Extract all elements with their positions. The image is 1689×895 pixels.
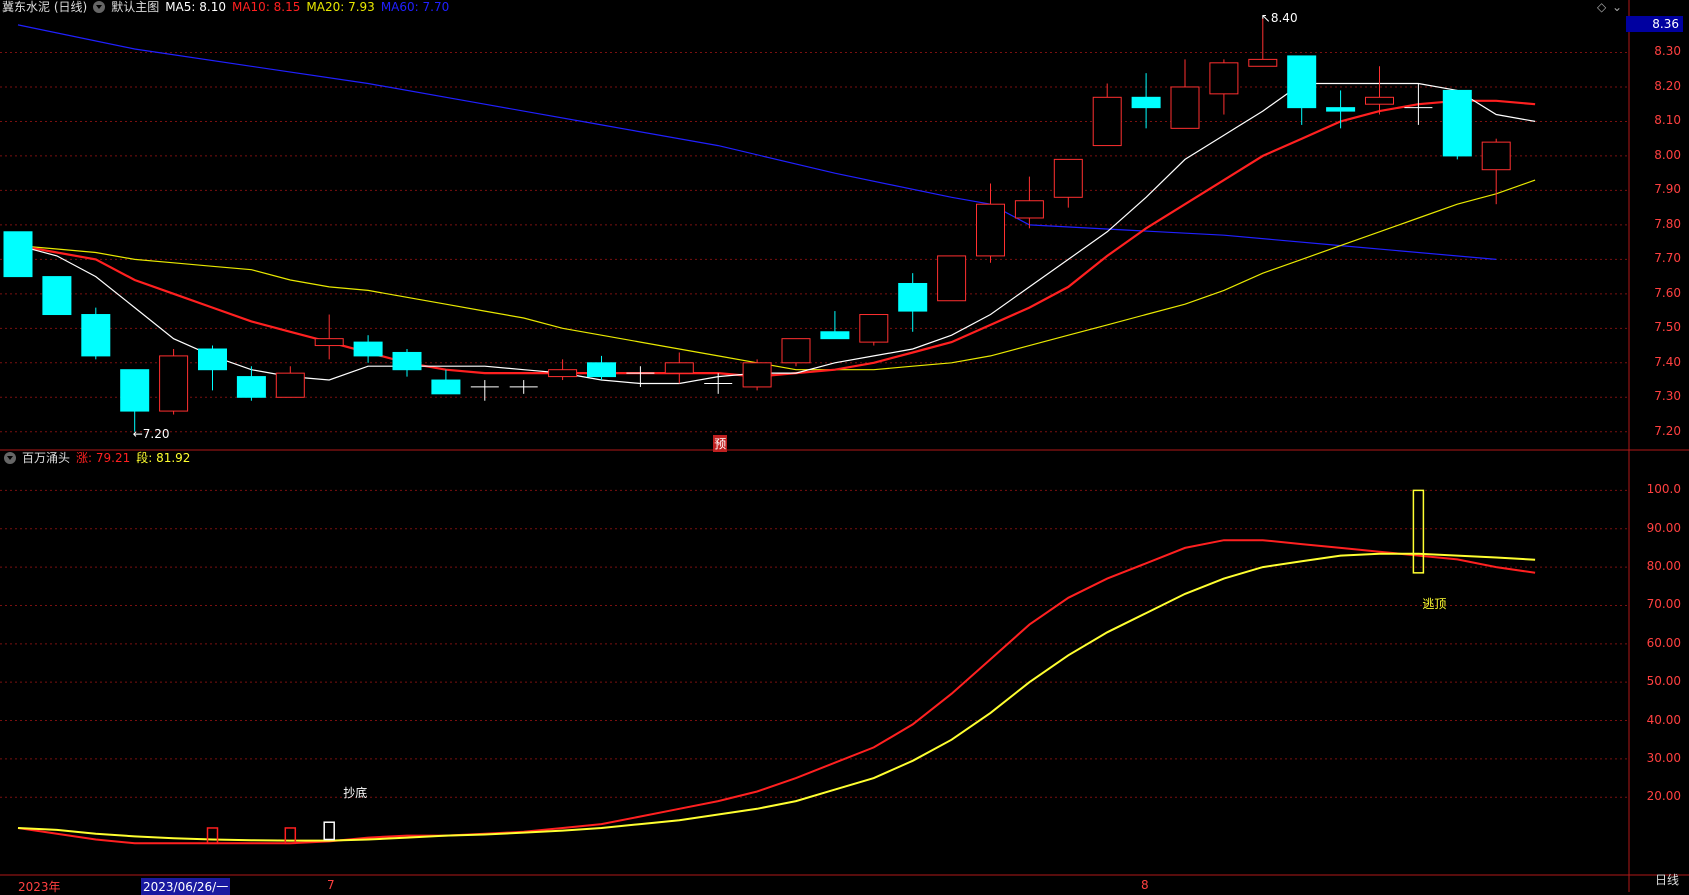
- candle-body: [3, 231, 33, 278]
- candle-body: [976, 203, 1005, 257]
- candle-body: [1442, 89, 1472, 157]
- ma20-line: [17, 179, 1536, 371]
- y-tick-label: 90.00: [1646, 520, 1681, 535]
- period-selector[interactable]: 日线: [1655, 871, 1679, 888]
- indicator-line2-label: 段: 81.92: [136, 451, 191, 465]
- x-label-month7: 7: [327, 878, 335, 892]
- y-tick-label: 8.10: [1654, 113, 1681, 128]
- ma60-label: MA60: 7.70: [380, 0, 450, 14]
- candle-body: [314, 338, 344, 347]
- candle-body: [120, 369, 150, 412]
- y-tick-label: 8.30: [1654, 44, 1681, 59]
- y-tick-label: 50.00: [1646, 674, 1681, 689]
- y-tick-label: 7.20: [1654, 423, 1681, 438]
- candle-body: [1326, 107, 1356, 112]
- indicator-line1-label: 涨: 79.21: [76, 451, 131, 465]
- high-price-annotation: ↖8.40: [1260, 11, 1298, 25]
- candle-body: [275, 372, 305, 398]
- candle-body: [392, 351, 422, 371]
- y-tick-label: 70.00: [1646, 597, 1681, 612]
- candle-body: [236, 376, 266, 398]
- y-tick-label: 7.80: [1654, 216, 1681, 231]
- y-tick-label: 8.20: [1654, 78, 1681, 93]
- x-label-year: 2023年: [18, 880, 61, 894]
- ma10-line: [17, 99, 1536, 378]
- candle-body: [898, 282, 928, 312]
- high-arrow-icon: ↖: [1260, 11, 1271, 25]
- candle-body: [431, 379, 461, 395]
- chevron-down-icon[interactable]: ⌄: [1612, 0, 1622, 14]
- low-arrow-icon: ←: [132, 426, 143, 441]
- candle-body: [198, 348, 227, 371]
- candle-body: [1092, 96, 1122, 147]
- candle-body: [781, 338, 811, 364]
- y-tick-label: 7.70: [1654, 251, 1681, 266]
- y-tick-label: 20.00: [1646, 789, 1681, 804]
- candle-body: [1365, 96, 1394, 105]
- low-price-annotation: ←7.20: [132, 426, 170, 441]
- y-tick-label: 7.40: [1654, 354, 1681, 369]
- chevron-down-icon[interactable]: [4, 452, 16, 464]
- y-tick-label: 7.90: [1654, 182, 1681, 197]
- indicator-header: 百万涌头 涨: 79.21 段: 81.92: [4, 451, 190, 465]
- bottom-signal-label: 抄底: [343, 785, 368, 800]
- y-tick-label: 100.0: [1646, 482, 1681, 497]
- signal-box: [323, 821, 335, 841]
- x-label-month8: 8: [1141, 878, 1149, 892]
- y-tick-label: 30.00: [1646, 750, 1681, 765]
- current-price-box: 8.36: [1626, 16, 1683, 32]
- y-tick-label: 40.00: [1646, 712, 1681, 727]
- candle-body: [353, 341, 383, 357]
- y-tick-label: 7.60: [1654, 285, 1681, 300]
- ma5-line: [17, 82, 1536, 385]
- candle-body: [548, 369, 578, 378]
- diamond-icon[interactable]: ◇: [1597, 0, 1606, 14]
- ma5-label: MA5: 8.10: [165, 0, 226, 14]
- candle-body: [587, 362, 616, 378]
- candle-body: [664, 362, 694, 374]
- chevron-down-icon[interactable]: [93, 1, 106, 13]
- candle-body: [937, 255, 967, 302]
- candle-body: [1053, 158, 1083, 198]
- candle-body: [1014, 200, 1044, 219]
- candle-body: [1481, 141, 1511, 171]
- indicator-name[interactable]: 百万涌头: [22, 451, 70, 465]
- ma10-label: MA10: 8.15: [231, 0, 301, 14]
- candle-body: [159, 355, 189, 412]
- signal-box: [206, 827, 219, 845]
- candle-body: [42, 276, 72, 316]
- y-tick-label: 60.00: [1646, 635, 1681, 650]
- y-tick-label: 7.50: [1654, 320, 1681, 335]
- indicator-line1: [17, 539, 1536, 845]
- candle-body: [81, 314, 111, 357]
- preview-marker[interactable]: 预: [713, 435, 728, 452]
- candle-body: [742, 362, 772, 388]
- stock-chart-window: 冀东水泥 (日线) 默认主图 MA5: 8.10 MA10: 8.15 MA20…: [0, 0, 1689, 895]
- candle-body: [1209, 62, 1239, 95]
- main-chart-header: 冀东水泥 (日线) 默认主图 MA5: 8.10 MA10: 8.15 MA20…: [2, 0, 449, 14]
- main-chart-label[interactable]: 默认主图: [111, 0, 159, 14]
- x-cursor-date: 2023/06/26/一: [141, 878, 231, 895]
- candle-body: [1131, 96, 1161, 109]
- signal-box: [1412, 489, 1425, 574]
- y-tick-label: 8.00: [1654, 147, 1681, 162]
- candle-body: [859, 314, 889, 343]
- stock-name[interactable]: 冀东水泥 (日线): [2, 0, 87, 14]
- candle-body: [820, 331, 850, 340]
- y-tick-label: 80.00: [1646, 559, 1681, 574]
- chart-canvas[interactable]: [0, 0, 1689, 892]
- top-signal-label: 逃顶: [1422, 597, 1447, 612]
- candle-body: [1287, 55, 1317, 109]
- y-tick-label: 7.30: [1654, 389, 1681, 404]
- ma20-label: MA20: 7.93: [306, 0, 375, 14]
- candle-body: [1170, 86, 1200, 129]
- candle-body: [1248, 58, 1278, 67]
